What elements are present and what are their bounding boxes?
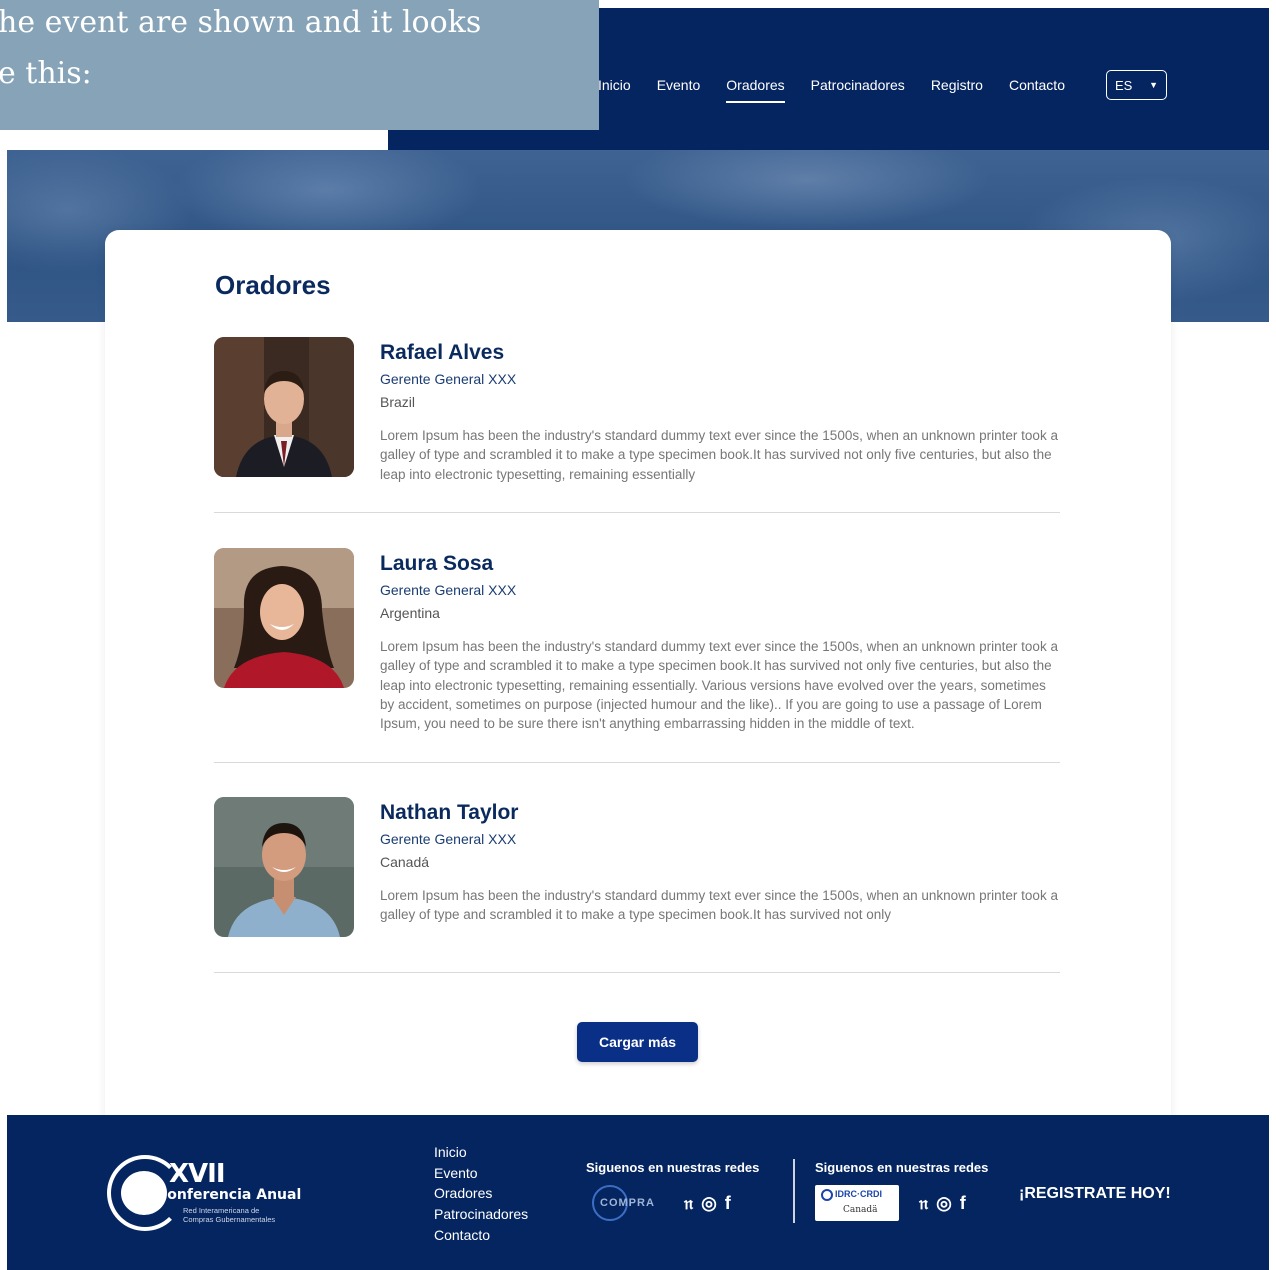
divider: [214, 972, 1060, 973]
social-title: Siguenos en nuestras redes: [815, 1160, 989, 1175]
caption-line-2: e this:: [0, 56, 92, 91]
nav-evento[interactable]: Evento: [657, 71, 701, 99]
logo-number: XVII: [169, 1159, 226, 1189]
speaker-country: Argentina: [380, 605, 440, 621]
language-select[interactable]: ES ▼: [1106, 70, 1167, 100]
speaker-bio: Lorem Ipsum has been the industry's stan…: [380, 639, 1058, 732]
conference-logo: XVII Conferencia Anual Red Interamerican…: [107, 1155, 302, 1235]
footer-nav-evento[interactable]: Evento: [434, 1163, 528, 1184]
footer-nav: Inicio Evento Oradores Patrocinadores Co…: [434, 1142, 528, 1246]
partner-logo-text: IDRC·CRDI: [835, 1189, 882, 1199]
social-group-2: Siguenos en nuestras redes IDRC·CRDI Can…: [815, 1160, 988, 1221]
chevron-down-icon: ▼: [1149, 80, 1158, 90]
partner-logo-subtext: Canadä: [843, 1205, 878, 1215]
footer-nav-oradores[interactable]: Oradores: [434, 1183, 528, 1204]
twitter-icon[interactable]: 𝔫: [684, 1193, 693, 1214]
speaker-country: Canadá: [380, 854, 430, 870]
speaker-photo: [214, 548, 354, 688]
page-title: Oradores: [215, 270, 331, 300]
speaker-info: Laura Sosa Gerente General XXX Argentina…: [380, 548, 1060, 733]
load-more-button[interactable]: Cargar más: [577, 1022, 698, 1062]
speaker-role: Gerente General XXX: [380, 371, 517, 387]
social-group-1: Siguenos en nuestras redes COMPRA 𝔫 ◎ f: [586, 1160, 759, 1221]
speaker-info: Nathan Taylor Gerente General XXX Canadá…: [380, 797, 1060, 925]
speaker-role: Gerente General XXX: [380, 831, 517, 847]
page: Inicio Evento Oradores Patrocinadores Re…: [0, 0, 1276, 1270]
speaker-name: Laura Sosa: [380, 552, 494, 575]
speaker-country: Brazil: [380, 394, 416, 410]
speaker-info: Rafael Alves Gerente General XXX Brazil …: [380, 337, 1060, 484]
caption-overlay: he event are shown and it looks e this:: [0, 0, 599, 130]
speaker-role: Gerente General XXX: [380, 582, 517, 598]
partner-logo-compra[interactable]: COMPRA: [586, 1185, 664, 1221]
logo-subtitle-1: Red Interamericana de: [183, 1206, 260, 1215]
nav-oradores[interactable]: Oradores: [726, 71, 786, 103]
partner-logo-idrc[interactable]: IDRC·CRDI Canadä: [815, 1185, 899, 1221]
facebook-icon[interactable]: f: [725, 1193, 731, 1214]
nav-contacto[interactable]: Contacto: [1009, 71, 1065, 99]
caption-line-1: he event are shown and it looks: [0, 5, 482, 40]
speaker-bio: Lorem Ipsum has been the industry's stan…: [380, 428, 1058, 482]
twitter-icon[interactable]: 𝔫: [919, 1193, 928, 1214]
language-value: ES: [1115, 77, 1133, 93]
instagram-icon[interactable]: ◎: [936, 1193, 952, 1214]
speaker-name: Rafael Alves: [380, 341, 505, 364]
footer-nav-contacto[interactable]: Contacto: [434, 1225, 528, 1246]
partner-logo-text: COMPRA: [600, 1197, 655, 1209]
register-link[interactable]: ¡REGISTRATE HOY!: [1019, 1185, 1171, 1203]
speaker-name: Nathan Taylor: [380, 801, 519, 824]
speaker-photo: [214, 797, 354, 937]
nav-inicio[interactable]: Inicio: [598, 71, 631, 99]
facebook-icon[interactable]: f: [960, 1193, 966, 1214]
speaker-photo: [214, 337, 354, 477]
nav-registro[interactable]: Registro: [931, 71, 983, 99]
footer-separator: [793, 1159, 795, 1223]
site-footer: XVII Conferencia Anual Red Interamerican…: [7, 1115, 1269, 1270]
logo-subtitle-2: Compras Gubernamentales: [183, 1215, 276, 1224]
divider: [214, 512, 1060, 513]
main-nav: Inicio Evento Oradores Patrocinadores Re…: [598, 70, 1091, 103]
nav-patrocinadores[interactable]: Patrocinadores: [811, 71, 905, 99]
footer-nav-patrocinadores[interactable]: Patrocinadores: [434, 1204, 528, 1225]
instagram-icon[interactable]: ◎: [701, 1193, 717, 1214]
speaker-bio: Lorem Ipsum has been the industry's stan…: [380, 888, 1058, 923]
social-title: Siguenos en nuestras redes: [586, 1160, 760, 1175]
idrc-logo-icon: [821, 1189, 833, 1201]
divider: [214, 762, 1060, 763]
footer-nav-inicio[interactable]: Inicio: [434, 1142, 528, 1163]
logo-title: Conferencia Anual: [157, 1187, 302, 1203]
